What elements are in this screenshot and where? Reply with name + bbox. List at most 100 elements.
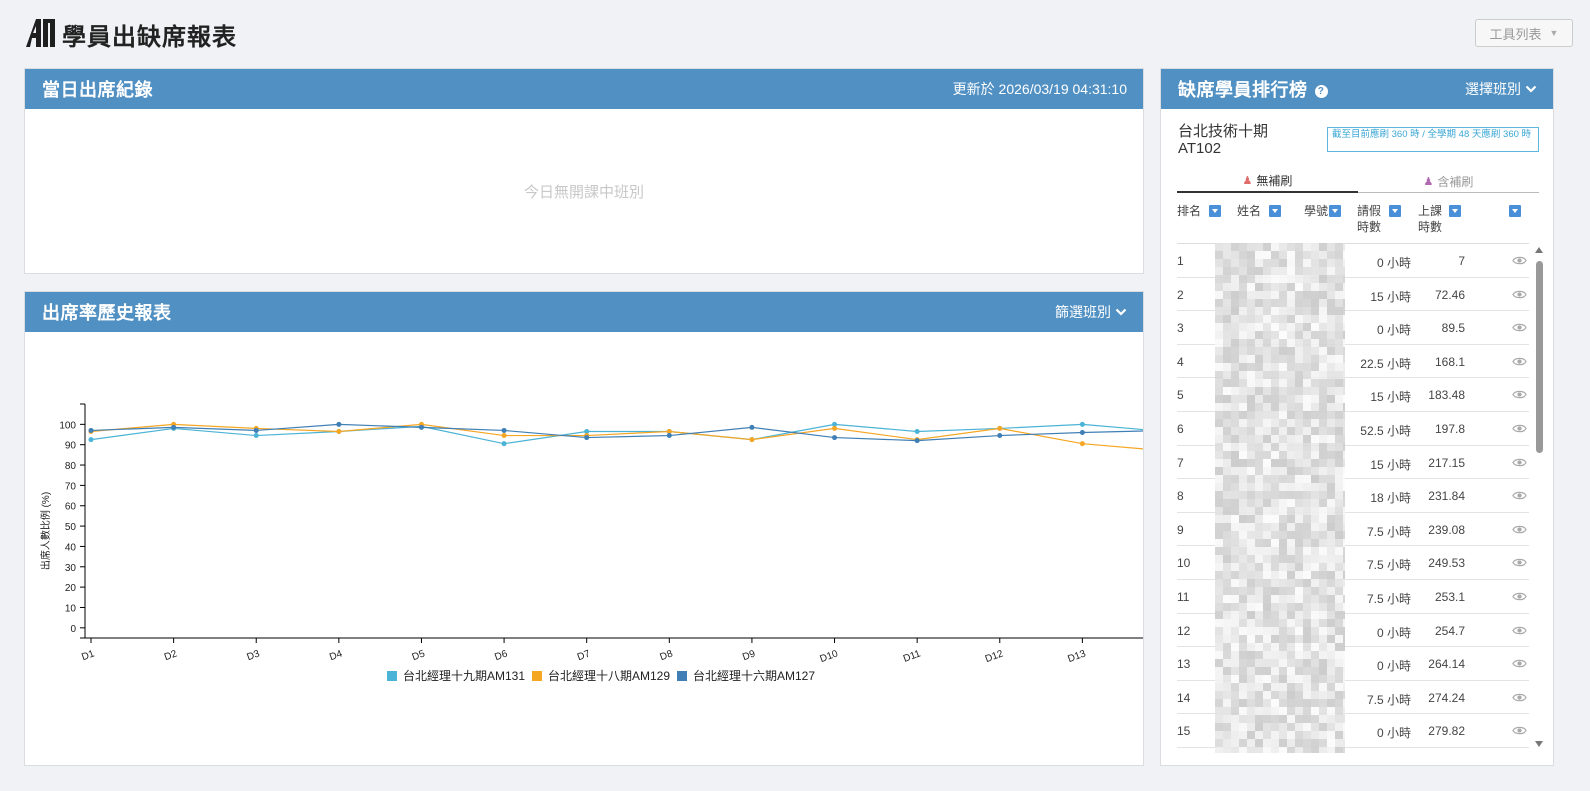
scrollbar[interactable] <box>1535 247 1543 747</box>
x-tick-label: D7 <box>576 648 592 663</box>
eye-icon[interactable] <box>1512 656 1527 671</box>
eye-icon[interactable] <box>1512 354 1527 369</box>
eye-icon[interactable] <box>1512 690 1527 705</box>
scroll-up-arrow[interactable] <box>1535 247 1543 253</box>
legend-label: 台北經理十九期AM131 <box>403 668 525 683</box>
eye-icon[interactable] <box>1512 253 1527 268</box>
eye-icon[interactable] <box>1512 421 1527 436</box>
today-attendance-panel: 當日出席紀錄 更新於 2026/03/19 04:31:10 今日無開課中班別 <box>24 68 1144 274</box>
data-point <box>997 425 1003 431</box>
rank-cell: 3 <box>1177 321 1184 336</box>
leave-hours-cell: 0 小時 <box>1376 323 1411 338</box>
scroll-down-arrow[interactable] <box>1535 741 1543 747</box>
rank-cell: 2 <box>1177 287 1184 302</box>
data-point <box>1079 441 1085 447</box>
x-tick-label: D10 <box>819 648 840 665</box>
data-point <box>501 441 507 447</box>
select-class-dropdown[interactable]: 選擇班別 <box>1465 79 1537 99</box>
filter-icon[interactable] <box>1509 205 1521 217</box>
y-tick-label: 30 <box>65 563 77 574</box>
filter-icon[interactable] <box>1329 205 1341 217</box>
rank-cell: 13 <box>1177 657 1191 672</box>
rank-cell: 15 <box>1177 724 1191 739</box>
attend-hours-cell: 197.8 <box>1434 422 1465 436</box>
eye-icon[interactable] <box>1512 522 1527 537</box>
scrollbar-thumb[interactable] <box>1536 261 1543 453</box>
filter-icon[interactable] <box>1389 205 1401 217</box>
filter-icon[interactable] <box>1269 205 1281 217</box>
y-tick-label: 20 <box>65 583 77 594</box>
panel-title: 出席率歷史報表 <box>42 303 172 323</box>
attend-hours-cell: 183.48 <box>1428 388 1465 403</box>
rank-cell: 1 <box>1177 254 1184 268</box>
leave-hours-cell: 15 小時 <box>1370 289 1411 304</box>
data-point <box>832 425 838 431</box>
rank-cell: 6 <box>1177 422 1184 436</box>
help-icon[interactable]: ? <box>1314 85 1328 98</box>
x-tick-label: D3 <box>245 648 261 663</box>
y-tick-label: 0 <box>70 624 76 635</box>
eye-icon[interactable] <box>1512 723 1527 738</box>
col-hours: 上課 時數 <box>1418 204 1443 234</box>
series-line <box>90 423 1143 442</box>
col-name: 姓名 <box>1237 204 1262 218</box>
leave-hours-cell: 7.5 小時 <box>1366 524 1411 539</box>
eye-icon[interactable] <box>1512 589 1527 604</box>
tab-with-makeup[interactable]: ♟ 含補刷 <box>1358 169 1539 193</box>
data-point <box>914 438 920 444</box>
eye-icon[interactable] <box>1512 488 1527 503</box>
data-point <box>88 427 94 433</box>
leave-hours-cell: 7.5 小時 <box>1366 558 1411 573</box>
data-point <box>336 421 342 427</box>
legend-label: 台北經理十八期AM129 <box>548 668 670 683</box>
attend-hours-cell: 279.82 <box>1428 724 1465 739</box>
attend-hours-cell: 254.7 <box>1434 623 1465 638</box>
attend-hours-cell: 217.15 <box>1428 455 1465 470</box>
eye-icon[interactable] <box>1512 320 1527 335</box>
attend-hours-cell: 168.1 <box>1434 354 1465 369</box>
panel-header: 出席率歷史報表 篩選班別 <box>25 292 1143 332</box>
filter-icon[interactable] <box>1449 205 1461 217</box>
rank-cell: 8 <box>1177 489 1184 504</box>
y-tick-label: 10 <box>65 603 77 614</box>
leave-hours-cell: 7.5 小時 <box>1366 592 1411 606</box>
eye-icon[interactable] <box>1512 287 1527 302</box>
data-point <box>1079 421 1085 427</box>
col-rank: 排名 <box>1177 204 1202 218</box>
table-header: 排名 姓名 學號 請假 時數 上課 時數 <box>1177 203 1539 243</box>
user-icon: ♟ <box>1242 174 1253 187</box>
data-point <box>1079 429 1085 435</box>
data-point <box>749 424 755 430</box>
data-point <box>584 435 590 441</box>
toolbar-dropdown[interactable]: 工具列表 ▼ <box>1475 19 1573 47</box>
y-tick-label: 60 <box>65 502 77 513</box>
eye-icon[interactable] <box>1512 623 1527 638</box>
eye-icon[interactable] <box>1512 455 1527 470</box>
data-point <box>501 433 507 439</box>
empty-message: 今日無開課中班別 <box>523 184 644 201</box>
legend-swatch <box>677 671 687 681</box>
y-tick-label: 100 <box>59 420 76 431</box>
series-line <box>90 423 1143 450</box>
filter-icon[interactable] <box>1209 205 1221 217</box>
absence-ranking-panel: 缺席學員排行榜? 選擇班別 台北技術十期 AT102 截至目前應刷 360 時 … <box>1160 68 1554 766</box>
x-tick-label: D2 <box>163 648 179 663</box>
x-tick-label: D8 <box>659 648 675 663</box>
col-id: 學號 <box>1304 204 1329 218</box>
leave-hours-cell: 0 小時 <box>1376 726 1411 741</box>
attend-hours-cell: 231.84 <box>1428 489 1465 504</box>
tab-no-makeup[interactable]: ♟ 無補刷 <box>1177 169 1358 193</box>
rank-cell: 11 <box>1177 590 1190 604</box>
rank-cell: 14 <box>1177 690 1191 705</box>
data-point <box>336 428 342 434</box>
data-point <box>253 427 259 433</box>
data-point <box>88 437 94 443</box>
col-leave: 請假 時數 <box>1357 204 1382 234</box>
attend-hours-cell: 264.14 <box>1428 657 1465 672</box>
filter-class-dropdown[interactable]: 篩選班別 <box>1055 302 1127 322</box>
eye-icon[interactable] <box>1512 387 1527 402</box>
eye-icon[interactable] <box>1512 555 1527 570</box>
toolbar-label: 工具列表 <box>1489 26 1542 42</box>
attend-hours-cell: 239.08 <box>1428 522 1465 537</box>
leave-hours-cell: 22.5 小時 <box>1360 356 1411 371</box>
